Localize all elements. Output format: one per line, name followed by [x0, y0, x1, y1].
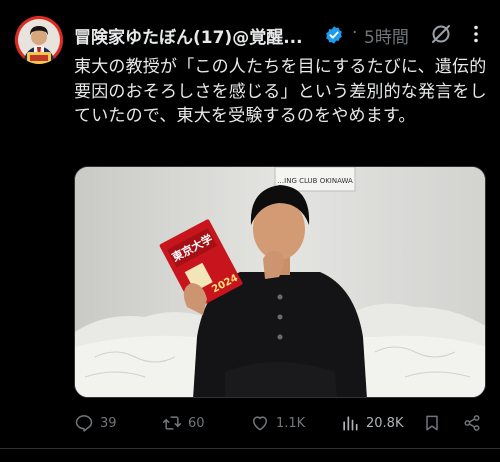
verified-badge-icon [324, 25, 344, 45]
share-icon [464, 415, 480, 431]
repost-button[interactable]: 60 [162, 410, 205, 436]
author-name[interactable]: 冒険家ゆたぼん(17)@覚醒... [74, 23, 303, 48]
reply-count: 39 [100, 415, 117, 431]
reply-icon [75, 415, 93, 432]
bookmark-icon [426, 415, 438, 431]
views-icon [343, 416, 358, 431]
post-image[interactable]: …ING CLUB OKINAWA 東京大学 2024 [74, 166, 486, 398]
views-button[interactable]: 20.8K [340, 410, 403, 436]
post-actions: 39 60 1.1K 20.8K [74, 410, 488, 436]
grok-icon[interactable] [429, 22, 453, 46]
bookmark-button[interactable] [422, 410, 442, 436]
like-count: 1.1K [276, 415, 306, 431]
post-text: 東大の教授が「この人たちを目にするたびに、遺伝的要因のおそろしさを感じる」という… [74, 57, 487, 126]
like-button[interactable]: 1.1K [250, 410, 305, 436]
wall-sign-text: …ING CLUB OKINAWA [277, 177, 353, 185]
post-divider [0, 448, 500, 449]
repost-count: 60 [188, 415, 205, 431]
repost-icon [162, 416, 182, 430]
post-header: 冒険家ゆたぼん(17)@覚醒... · 5時間 [74, 20, 490, 50]
heart-icon [253, 416, 267, 431]
post-time[interactable]: 5時間 [364, 23, 409, 48]
post[interactable]: 冒険家ゆたぼん(17)@覚醒... · 5時間 東大の教授が「この人たちを目にす… [0, 0, 500, 462]
reply-button[interactable]: 39 [74, 410, 117, 436]
avatar[interactable] [15, 16, 63, 64]
share-button[interactable] [462, 410, 482, 436]
more-vertical-icon[interactable] [464, 22, 488, 46]
view-count: 20.8K [366, 415, 404, 431]
separator-dot: · [352, 23, 358, 43]
